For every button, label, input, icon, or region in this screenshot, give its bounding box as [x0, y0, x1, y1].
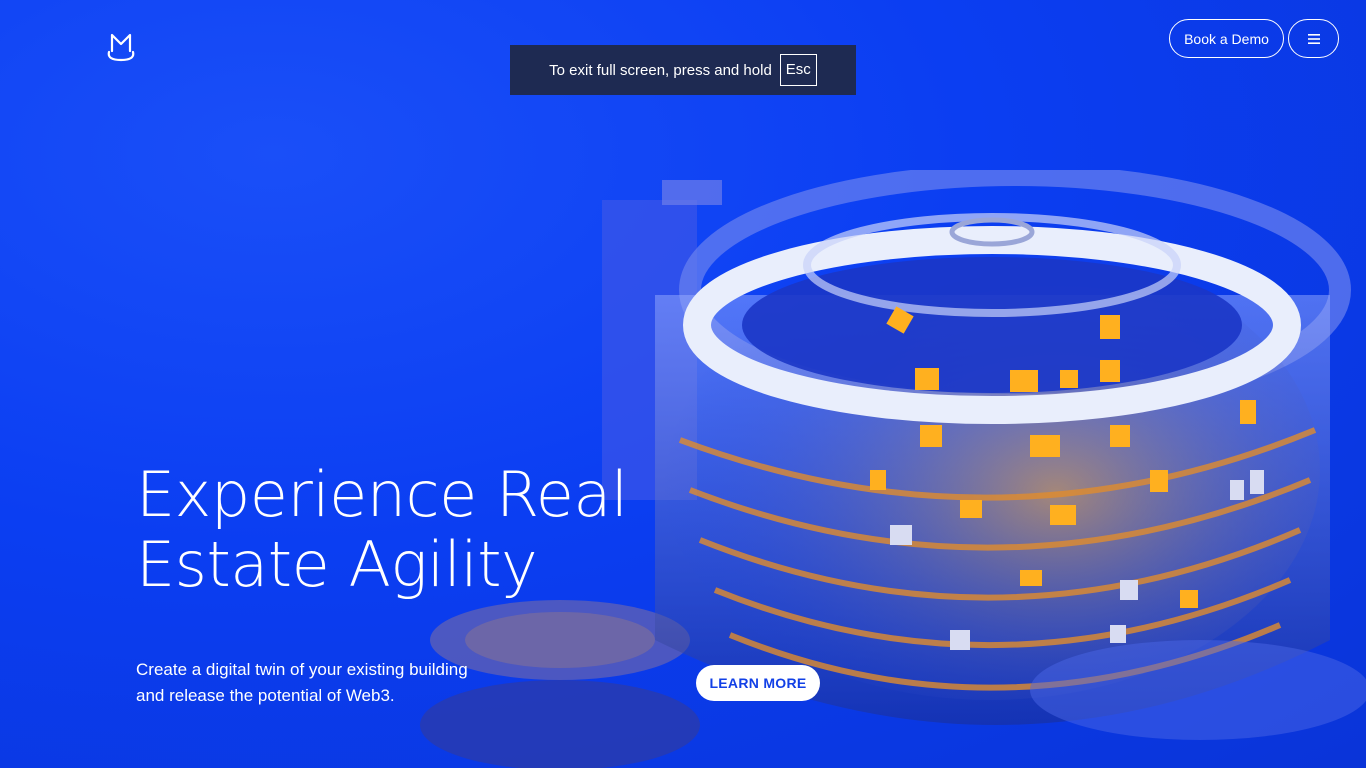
hero-subtitle-line-2: and release the potential of Web3. — [136, 686, 395, 705]
hero-subtitle-line-1: Create a digital twin of your existing b… — [136, 660, 468, 679]
hero-title-line-2: Estate Agility — [136, 528, 538, 601]
book-demo-button[interactable]: Book a Demo — [1169, 19, 1284, 58]
learn-more-button[interactable]: LEARN MORE — [696, 665, 820, 701]
hero-subtitle: Create a digital twin of your existing b… — [136, 657, 496, 709]
menu-button[interactable] — [1288, 19, 1339, 58]
m-crown-logo-icon[interactable] — [104, 30, 138, 62]
hero-title: Experience Real Estate Agility — [136, 460, 656, 600]
hamburger-menu-icon — [1307, 33, 1320, 44]
fullscreen-notice-text: To exit full screen, press and hold — [549, 61, 772, 79]
fullscreen-exit-notice: To exit full screen, press and hold Esc — [510, 45, 856, 95]
hero-title-line-1: Experience Real — [136, 458, 628, 531]
esc-key-hint: Esc — [779, 54, 817, 86]
